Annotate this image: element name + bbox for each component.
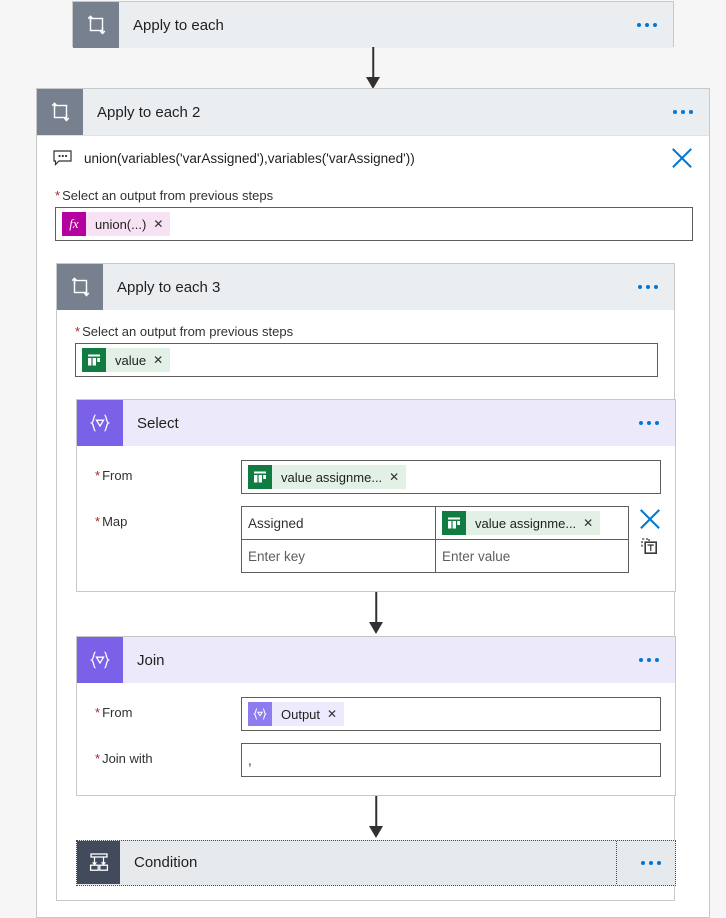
step-header-join[interactable]: Join: [77, 637, 675, 683]
step-title: Apply to each: [133, 16, 224, 34]
step-header-condition[interactable]: Condition: [77, 841, 675, 884]
header-divider: [616, 841, 617, 884]
token-chip-value-assignment[interactable]: value assignme... ✕: [248, 465, 407, 489]
map-row[interactable]: Assigned value assignme... ✕: [242, 507, 628, 539]
required-asterisk: *: [95, 468, 101, 483]
more-commands-button[interactable]: [639, 658, 659, 662]
join-with-input[interactable]: ,: [241, 743, 661, 777]
step-header-apply-to-each[interactable]: Apply to each: [73, 2, 673, 48]
step-header-select[interactable]: Select: [77, 400, 675, 446]
step-card-apply-to-each-2[interactable]: Apply to each 2 union(variables('varAssi…: [36, 88, 710, 918]
output-field-label: * Select an output from previous steps: [55, 188, 274, 203]
expression-preview-row[interactable]: union(variables('varAssigned'),variables…: [37, 135, 709, 180]
select-from-input[interactable]: value assignme... ✕: [241, 460, 661, 494]
join-from-input[interactable]: Output ✕: [241, 697, 661, 731]
remove-token-icon[interactable]: ✕: [153, 354, 163, 366]
more-commands-button[interactable]: [637, 23, 657, 27]
join-from-label: * From: [95, 705, 133, 720]
close-icon[interactable]: [671, 147, 693, 169]
map-row-actions: [639, 506, 661, 556]
step-title: Apply to each 2: [97, 103, 201, 121]
step-title: Select: [137, 414, 179, 432]
excel-table-icon: [82, 348, 106, 372]
required-asterisk: *: [95, 751, 101, 766]
output-token-input[interactable]: fx union(...) ✕: [55, 207, 693, 241]
data-operation-icon: [77, 637, 123, 683]
select-from-label: * From: [95, 468, 133, 483]
map-row[interactable]: Enter key Enter value: [242, 539, 628, 572]
fx-icon: fx: [62, 212, 86, 236]
step-card-apply-to-each[interactable]: Apply to each: [72, 1, 674, 48]
join-from-row: * From Output ✕: [95, 697, 661, 731]
token-label: Output: [281, 706, 321, 722]
intellisense-callout-icon: [53, 150, 72, 166]
step-card-apply-to-each-3[interactable]: Apply to each 3 * Select an output from p…: [56, 263, 676, 901]
token-label: value: [115, 352, 147, 368]
expression-text: union(variables('varAssigned'),variables…: [84, 150, 415, 166]
required-asterisk: *: [75, 324, 81, 339]
condition-branch-icon: [77, 841, 120, 884]
more-commands-button[interactable]: [639, 421, 659, 425]
loop-icon: [57, 264, 103, 310]
remove-token-icon[interactable]: ✕: [583, 517, 593, 529]
more-commands-button[interactable]: [673, 110, 693, 114]
step-title: Apply to each 3: [117, 278, 221, 296]
required-asterisk: *: [95, 514, 101, 529]
excel-table-icon: [248, 465, 272, 489]
select-from-row: * From value assignme... ✕: [95, 460, 661, 494]
step-title: Join: [137, 651, 165, 669]
token-label: value assignme...: [475, 515, 577, 531]
select-map-row: * Map Assigned value assignme... ✕ Enter…: [95, 506, 661, 573]
token-chip-union[interactable]: fx union(...) ✕: [62, 212, 171, 236]
join-with-label: * Join with: [95, 751, 153, 766]
token-label: union(...): [95, 216, 147, 232]
token-chip-value[interactable]: value ✕: [82, 348, 171, 372]
connector-arrow: [72, 47, 674, 91]
token-label: value assignme...: [281, 469, 383, 485]
map-table: Assigned value assignme... ✕ Enter key E…: [241, 506, 629, 573]
map-key-cell[interactable]: Enter key: [242, 540, 435, 572]
excel-table-icon: [442, 511, 466, 535]
connector-arrow: [76, 592, 676, 636]
required-asterisk: *: [95, 705, 101, 720]
required-asterisk: *: [55, 188, 61, 203]
delete-row-icon[interactable]: [639, 508, 661, 530]
step-card-select[interactable]: Select * From value assignme... ✕ * Map …: [76, 399, 676, 592]
more-commands-button[interactable]: [638, 285, 658, 289]
output-token-input[interactable]: value ✕: [75, 343, 658, 377]
remove-token-icon[interactable]: ✕: [327, 708, 337, 720]
step-title: Condition: [134, 854, 198, 871]
step-card-condition[interactable]: Condition: [76, 840, 676, 886]
more-commands-button[interactable]: [641, 860, 661, 865]
switch-to-text-mode-icon[interactable]: [641, 538, 659, 556]
map-value-cell[interactable]: value assignme... ✕: [435, 507, 628, 539]
data-operation-icon: [77, 400, 123, 446]
output-field-label: * Select an output from previous steps: [75, 324, 294, 339]
remove-token-icon[interactable]: ✕: [153, 218, 163, 230]
loop-icon: [37, 89, 83, 135]
select-map-label: * Map: [95, 514, 128, 529]
join-with-row: * Join with ,: [95, 743, 661, 777]
map-key-cell[interactable]: Assigned: [242, 507, 435, 539]
step-card-join[interactable]: Join * From Output ✕ * Join with ,: [76, 636, 676, 796]
step-header-apply-to-each-3[interactable]: Apply to each 3: [57, 264, 674, 310]
map-value-cell[interactable]: Enter value: [435, 540, 628, 572]
token-chip-value-assignment[interactable]: value assignme... ✕: [442, 511, 601, 535]
loop-icon: [73, 2, 119, 48]
join-with-value: ,: [248, 752, 252, 768]
data-operation-token-icon: [248, 702, 272, 726]
connector-arrow: [76, 796, 676, 840]
token-chip-output[interactable]: Output ✕: [248, 702, 345, 726]
step-header-apply-to-each-2[interactable]: Apply to each 2: [37, 89, 709, 135]
remove-token-icon[interactable]: ✕: [389, 471, 399, 483]
